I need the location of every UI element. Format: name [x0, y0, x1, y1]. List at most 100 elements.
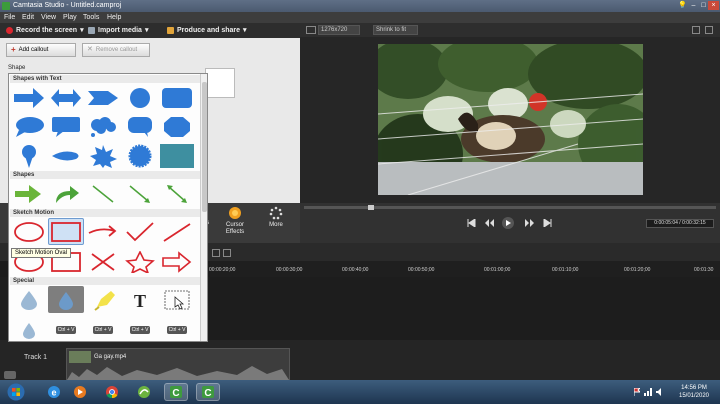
shape-green-arrow[interactable] — [11, 180, 47, 207]
add-callout-button[interactable]: + Add callout — [6, 43, 76, 57]
shape-pin[interactable] — [11, 142, 47, 169]
sketch-rectangle[interactable] — [48, 218, 84, 245]
special-ctrl-v-2[interactable]: Ctrl + V — [85, 316, 121, 341]
shape-burst[interactable] — [85, 142, 121, 169]
track-lock-icon[interactable] — [4, 371, 16, 379]
title-bar: Camtasia Studio - Untitled.camproj 💡 – □… — [0, 0, 720, 12]
shape-oval-speech[interactable] — [11, 113, 47, 140]
rewind-button[interactable] — [482, 217, 496, 229]
special-blur[interactable] — [11, 286, 47, 313]
ctrl-v-label: Ctrl + V — [129, 325, 151, 334]
progress-track[interactable] — [304, 206, 716, 209]
system-clock[interactable]: 14:56 PM 15/01/2020 — [674, 384, 714, 400]
play-button[interactable] — [500, 217, 516, 229]
fullscreen-icon[interactable] — [705, 26, 713, 34]
detach-icon[interactable] — [692, 26, 700, 34]
timeline-clip[interactable]: Ga gay.mp4 — [66, 348, 290, 380]
shape-cloud[interactable] — [85, 113, 121, 140]
clock-time: 14:56 PM — [681, 385, 707, 391]
video-frame[interactable] — [378, 44, 643, 195]
special-ctrl-v-4[interactable]: Ctrl + V — [159, 316, 195, 341]
shape-circle[interactable] — [122, 84, 158, 111]
network-icon[interactable] — [644, 388, 652, 396]
sketch-arrow[interactable] — [85, 218, 121, 245]
more-icon — [269, 206, 283, 220]
sketch-block-arrow[interactable] — [159, 248, 195, 275]
lightbulb-icon[interactable]: 💡 — [677, 1, 688, 10]
shape-curved-arrow[interactable] — [48, 180, 84, 207]
scrollbar-thumb[interactable] — [202, 82, 207, 212]
timeline-tool-icon[interactable] — [223, 249, 231, 257]
special-ctrl-v-1[interactable]: Ctrl + V — [48, 316, 84, 341]
more-tab[interactable]: More — [256, 206, 296, 240]
start-button[interactable] — [4, 383, 28, 401]
shape-line-thin[interactable] — [85, 180, 121, 207]
special-highlighter[interactable] — [85, 286, 121, 313]
tick-label: 00:00:20;00 — [209, 267, 236, 273]
shape-chevron-arrow[interactable] — [85, 84, 121, 111]
record-button[interactable]: Record the screen ▾ — [6, 25, 84, 36]
shape-teardrop[interactable] — [48, 142, 84, 169]
special-highlight[interactable] — [48, 286, 84, 313]
menu-edit[interactable]: Edit — [22, 14, 34, 21]
shape-rect-speech[interactable] — [48, 113, 84, 140]
shape-octagon[interactable] — [159, 113, 195, 140]
produce-icon — [167, 27, 174, 34]
menu-tools[interactable]: Tools — [83, 14, 99, 21]
skip-forward-button[interactable] — [540, 217, 554, 229]
import-label: Import media — [98, 27, 142, 34]
timeline-ruler[interactable]: 00:00:20;00 00:00:30;00 00:00:40;00 00:0… — [209, 261, 720, 277]
fast-forward-button[interactable] — [522, 217, 536, 229]
sketch-x[interactable] — [85, 248, 121, 275]
preview-toolbar: 1276x720 Shrink to fit — [300, 23, 720, 37]
menu-play[interactable]: Play — [63, 14, 77, 21]
zoom-dropdown[interactable]: Shrink to fit — [373, 25, 418, 35]
special-blur-2[interactable] — [11, 316, 47, 341]
special-click[interactable] — [159, 286, 195, 313]
menu-view[interactable]: View — [41, 14, 56, 21]
tooltip: Sketch Motion Oval — [11, 248, 72, 258]
timeline-tool-icon[interactable] — [212, 249, 220, 257]
shape-rounded-speech[interactable] — [122, 113, 158, 140]
special-ctrl-v-3[interactable]: Ctrl + V — [122, 316, 158, 341]
special-text[interactable]: T — [122, 286, 158, 313]
import-media-button[interactable]: Import media ▾ — [88, 25, 148, 36]
menu-help[interactable]: Help — [107, 14, 121, 21]
remove-icon: ✕ — [87, 46, 93, 53]
chrome-icon[interactable] — [100, 383, 124, 401]
section-header: Shapes — [10, 171, 200, 179]
dropdown-scrollbar[interactable] — [200, 74, 207, 341]
shape-rounded-rect[interactable] — [159, 84, 195, 111]
sketch-star[interactable] — [122, 248, 158, 275]
ie-icon[interactable]: e — [42, 383, 66, 401]
sketch-line[interactable] — [159, 218, 195, 245]
progress-thumb[interactable] — [368, 205, 374, 210]
sketch-oval[interactable] — [11, 218, 47, 245]
shape-square-teal[interactable] — [159, 142, 195, 169]
close-button[interactable]: × — [708, 1, 719, 10]
chevron-down-icon: ▾ — [243, 27, 247, 34]
green-app-icon[interactable] — [132, 383, 156, 401]
shape-line-double-arrow[interactable] — [159, 180, 195, 207]
shape-line-arrow[interactable] — [122, 180, 158, 207]
tick-label: 00:01:30 — [694, 267, 714, 273]
media-player-icon[interactable] — [68, 383, 92, 401]
playback-controls: 0:00:05:04 / 0:00:32:15 — [300, 203, 720, 243]
shape-arrow-right[interactable] — [11, 84, 47, 111]
menu-file[interactable]: File — [4, 14, 15, 21]
camtasia-recorder-icon[interactable]: C — [196, 383, 220, 401]
skip-back-button[interactable] — [464, 217, 478, 229]
camtasia-icon[interactable]: C — [164, 383, 188, 401]
ctrl-v-label: Ctrl + V — [166, 325, 188, 334]
remove-callout-button[interactable]: ✕ Remove callout — [82, 43, 150, 57]
produce-share-button[interactable]: Produce and share ▾ — [167, 25, 247, 36]
shape-dropdown: Shapes with Text Shapes Sketch Motion Sp… — [8, 73, 208, 342]
flag-icon[interactable] — [633, 387, 642, 396]
sketch-checkmark[interactable] — [122, 218, 158, 245]
volume-icon[interactable] — [656, 388, 664, 396]
resolution-dropdown[interactable]: 1276x720 — [318, 25, 360, 35]
shape-seal[interactable] — [122, 142, 158, 169]
shape-arrow-double[interactable] — [48, 84, 84, 111]
cursor-effects-tab[interactable]: Cursor Effects — [215, 206, 255, 240]
window-title: Camtasia Studio - Untitled.camproj — [13, 2, 122, 9]
